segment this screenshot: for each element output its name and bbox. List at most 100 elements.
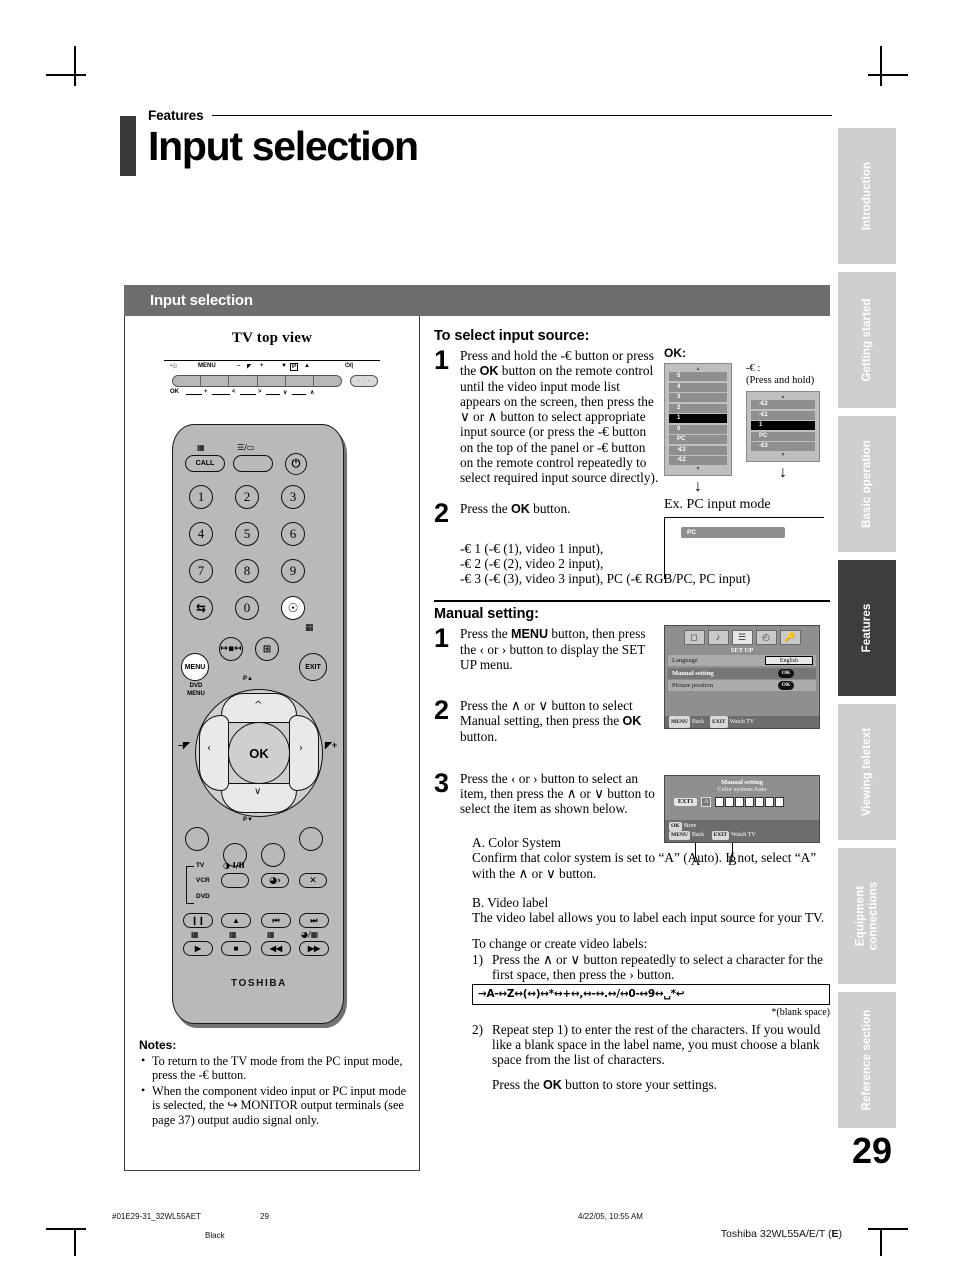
timer-icon[interactable]: ◴ <box>755 629 777 645</box>
setup-row-manual-setting[interactable]: Manual setting OK <box>668 667 816 679</box>
label-cell[interactable] <box>765 796 775 807</box>
number-button-0[interactable]: 0 <box>235 596 259 620</box>
tv-panel-key-up[interactable] <box>314 376 341 386</box>
setup-row-picture-position[interactable]: Picture position OK <box>668 680 816 692</box>
setup-row-language[interactable]: Language English <box>668 655 816 667</box>
power-button[interactable]: ⏻ <box>285 453 307 475</box>
tv-panel-power-button[interactable]: · · · <box>350 375 378 387</box>
sidebar-tab-introduction[interactable]: Introduction <box>838 128 896 264</box>
input-list-item[interactable]: 2 <box>669 403 727 413</box>
power-icon: ⏻/| <box>345 363 354 369</box>
tv-panel-key-down[interactable] <box>286 376 314 386</box>
number-button-7[interactable]: 7 <box>189 559 213 583</box>
input-list-item[interactable]: 0 <box>669 424 727 434</box>
number-button-4[interactable]: 4 <box>189 522 213 546</box>
setup-row-value[interactable]: English <box>765 656 813 666</box>
sidebar-tab-features[interactable]: Features <box>838 560 896 696</box>
input-list-item[interactable]: -€2 <box>751 400 815 409</box>
number-button-3[interactable]: 3 <box>281 485 305 509</box>
tv-panel-key-ok[interactable] <box>173 376 202 386</box>
input-list-item[interactable]: PC <box>669 435 727 444</box>
tv-panel-key-left[interactable] <box>229 376 258 386</box>
tv-panel-button-strip[interactable] <box>172 375 342 387</box>
fast-forward-button[interactable]: ▶▶ <box>299 941 329 956</box>
exit-button[interactable]: EXIT <box>299 653 327 681</box>
input-list-item[interactable]: -€2 <box>669 456 727 465</box>
input-list-item[interactable]: 5 <box>669 372 727 381</box>
ext-label: EXT1 <box>674 797 698 806</box>
volume-up-label: ◤+ <box>325 740 338 750</box>
pause-button[interactable]: ❙❙ <box>183 913 213 928</box>
input-list-item[interactable]: -€1 <box>751 410 815 420</box>
stop-button[interactable]: ■ <box>221 941 251 956</box>
manual-screen-edit-row[interactable]: EXT1 A <box>665 793 819 807</box>
number-button-5[interactable]: 5 <box>235 522 259 546</box>
label-cell[interactable] <box>745 796 755 807</box>
swap-channel-button[interactable]: ⇆ <box>189 596 213 620</box>
play-button[interactable]: ▶ <box>183 941 213 956</box>
number-button-2[interactable]: 2 <box>235 485 259 509</box>
ok-button[interactable]: OK <box>228 722 290 784</box>
dpad-left-button[interactable] <box>199 715 229 791</box>
color-button-red[interactable] <box>185 827 209 851</box>
label-cell[interactable] <box>715 796 725 807</box>
sound-icon[interactable]: ♪ <box>707 629 729 645</box>
label-cell[interactable] <box>755 796 765 807</box>
setup-icon[interactable]: ☰ <box>731 629 753 645</box>
number-button-6[interactable]: 6 <box>281 522 305 546</box>
color-system-cell[interactable]: A <box>701 796 712 807</box>
sidebar-tab-equipment-connections[interactable]: Equipment connections <box>838 848 896 984</box>
input-source-button[interactable]: ☉ <box>281 596 305 620</box>
picture-icon[interactable]: ◻ <box>683 629 705 645</box>
label-cell[interactable] <box>735 796 745 807</box>
input-list-item-selected[interactable]: 1 <box>751 421 815 430</box>
video-label-cells[interactable] <box>715 796 785 807</box>
color-button-green[interactable] <box>299 827 323 851</box>
picture-size-button[interactable]: ↦▪↤ <box>219 637 243 661</box>
manual-setting-screen[interactable]: Manual setting Color system:Auto EXT1 A <box>664 774 820 843</box>
input-list-item[interactable]: 4 <box>669 382 727 392</box>
menu-button[interactable]: MENU <box>181 653 209 681</box>
input-list-item[interactable]: PC <box>751 431 815 441</box>
audio-mode-button[interactable] <box>221 873 249 888</box>
navigation-dpad[interactable]: ^ ∨ ‹ › OK <box>195 689 323 817</box>
rewind-button[interactable]: ◀◀ <box>261 941 291 956</box>
teletext-size-icon: ▦ <box>229 930 237 939</box>
crop-mark-top-right <box>868 46 908 86</box>
input-list-item[interactable]: -€3 <box>751 442 815 451</box>
teletext-mix-icon: ☰/▭ <box>237 443 255 452</box>
call-button[interactable]: CALL <box>185 455 225 472</box>
number-button-1[interactable]: 1 <box>189 485 213 509</box>
sidebar-tab-getting-started[interactable]: Getting started <box>838 272 896 408</box>
input-mode-list-hold[interactable]: ▲ -€2 -€1 1 PC -€3 ▼ <box>746 391 820 462</box>
label-cell[interactable] <box>725 796 735 807</box>
setup-row-ok-badge[interactable]: OK <box>778 668 794 678</box>
setup-menu-screen[interactable]: ◻ ♪ ☰ ◴ 🔑 SET UP Language English Manual… <box>664 624 820 729</box>
input-list-item[interactable]: 3 <box>669 393 727 402</box>
sidebar-tab-reference-section[interactable]: Reference section <box>838 992 896 1128</box>
input-mode-list-ok[interactable]: ▲ 5 4 3 2 1 0 PC -€3 -€2 ▼ <box>664 363 732 476</box>
tv-panel-key-right[interactable] <box>258 376 286 386</box>
skip-back-button[interactable]: ⏮ <box>261 913 291 928</box>
device-mode-selector[interactable]: TV VCR DVD <box>184 862 218 908</box>
label-cell[interactable] <box>775 796 785 807</box>
setup-row-ok-badge[interactable]: OK <box>778 681 794 691</box>
number-button-8[interactable]: 8 <box>235 559 259 583</box>
skip-forward-button[interactable]: ⏭ <box>299 913 329 928</box>
number-label: 3 <box>289 489 297 504</box>
install-icon[interactable]: 🔑 <box>779 629 801 645</box>
tv-panel-key-plus[interactable] <box>201 376 230 386</box>
volume-toggle-button[interactable]: ◕› <box>261 873 289 888</box>
mute-button[interactable]: ✕ <box>299 873 327 888</box>
input-list-item[interactable]: -€3 <box>669 445 727 455</box>
tv-top-panel-diagram: - ☉ MENU – ◤ + ▼ P ▲ ⏻/| · · · OK + < > … <box>164 360 380 404</box>
color-button-blue[interactable] <box>261 843 285 867</box>
sidebar-tab-viewing-teletext[interactable]: Viewing teletext <box>838 704 896 840</box>
dpad-right-button[interactable] <box>289 715 319 791</box>
teletext-button[interactable] <box>233 455 273 472</box>
picture-position-button[interactable]: ⊞ <box>255 637 279 661</box>
number-button-9[interactable]: 9 <box>281 559 305 583</box>
eject-button[interactable]: ▲ <box>221 913 251 928</box>
sidebar-tab-basic-operation[interactable]: Basic operation <box>838 416 896 552</box>
input-list-item-selected[interactable]: 1 <box>669 414 727 423</box>
